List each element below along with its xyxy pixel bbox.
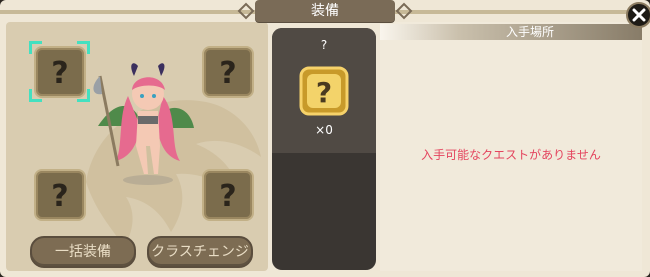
question-mark-icon: ? bbox=[219, 179, 236, 213]
svg-text:?: ? bbox=[316, 76, 332, 109]
bulk-equip-button[interactable]: 一括装備 bbox=[30, 236, 136, 268]
svg-text:?: ? bbox=[219, 179, 236, 213]
class-change-button[interactable]: クラスチェンジ bbox=[147, 236, 253, 268]
ornament-right-icon bbox=[395, 2, 413, 20]
equipment-slot-bottom-right[interactable]: ? bbox=[202, 169, 254, 221]
close-button[interactable] bbox=[626, 2, 650, 28]
equipment-slot-top-left[interactable]: ? bbox=[34, 46, 86, 98]
question-mark-icon: ? bbox=[51, 56, 68, 90]
svg-text:?: ? bbox=[219, 56, 236, 90]
equipment-slot-bottom-left[interactable]: ? bbox=[34, 169, 86, 221]
question-mark-item-icon[interactable]: ? bbox=[299, 66, 349, 116]
acquisition-title: 入手場所 bbox=[505, 25, 554, 39]
item-name: ? bbox=[320, 38, 328, 52]
svg-text:?: ? bbox=[51, 179, 68, 213]
question-mark-icon: ? bbox=[219, 56, 236, 90]
svg-text:?: ? bbox=[51, 56, 68, 90]
ornament-left-icon bbox=[237, 2, 255, 20]
equipment-window: ? ? ? ? 一括装備 クラスチェンジ ? ? ×0 入手場所 入手可能なクエ… bbox=[0, 0, 650, 277]
close-icon bbox=[632, 8, 646, 22]
equipment-slot-top-right[interactable]: ? bbox=[202, 46, 254, 98]
item-detail-panel: ? ? ×0 bbox=[272, 28, 376, 270]
character-sprite bbox=[93, 63, 194, 185]
question-mark-icon: ? bbox=[51, 179, 68, 213]
screen-title: 装備 bbox=[255, 0, 395, 22]
no-quest-message: 入手可能なクエストがありません bbox=[421, 148, 601, 162]
item-count: ×0 bbox=[315, 123, 333, 137]
